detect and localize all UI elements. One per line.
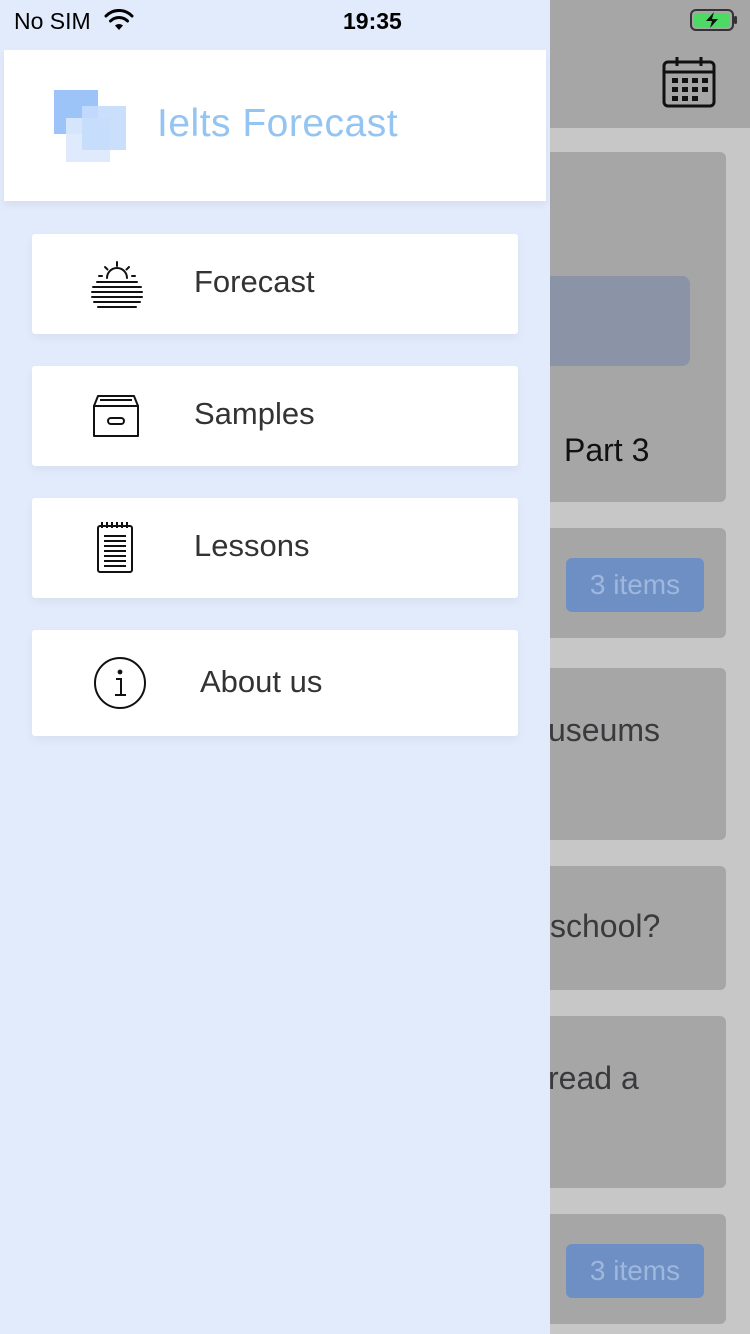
menu-item-about-us[interactable]: About us [32, 630, 518, 736]
drawer-header: Ielts Forecast [4, 50, 546, 201]
items-badge: 3 items [566, 558, 704, 612]
question-card[interactable]: useums [520, 668, 726, 840]
items-badge: 3 items [566, 1244, 704, 1298]
menu-item-samples[interactable]: Samples [32, 366, 518, 466]
sunrise-icon [91, 261, 143, 308]
archive-box-icon [93, 395, 139, 437]
wifi-icon [104, 9, 134, 30]
info-icon [94, 657, 146, 709]
menu-item-forecast[interactable]: Forecast [32, 234, 518, 334]
question-snippet: read a [548, 1060, 639, 1096]
status-bar: No SIM 19:35 [0, 0, 750, 40]
question-card[interactable]: school? [520, 866, 726, 990]
question-snippet: school? [550, 908, 661, 944]
menu-item-lessons[interactable]: Lessons [32, 498, 518, 598]
carrier-label: No SIM [14, 8, 91, 34]
topic-card[interactable]: Part 3 [520, 152, 726, 502]
calendar-icon[interactable] [662, 56, 716, 108]
notepad-icon [97, 522, 133, 573]
question-card[interactable]: read a [520, 1016, 726, 1188]
menu-item-label: Forecast [194, 264, 315, 299]
topic-card[interactable]: 3 items [520, 1214, 726, 1324]
side-drawer: Ielts Forecast Forecast Samples Lessons … [0, 0, 550, 1334]
battery-charging-icon [690, 9, 737, 31]
question-snippet: useums [548, 712, 661, 748]
app-title: Ielts Forecast [157, 102, 399, 145]
part-label: Part 3 [564, 432, 650, 468]
menu-item-label: About us [200, 664, 323, 699]
menu-item-label: Samples [194, 396, 315, 431]
topic-card[interactable]: 3 items [520, 528, 726, 638]
clock: 19:35 [343, 8, 402, 34]
app-logo [54, 90, 128, 164]
menu-item-label: Lessons [194, 528, 310, 563]
